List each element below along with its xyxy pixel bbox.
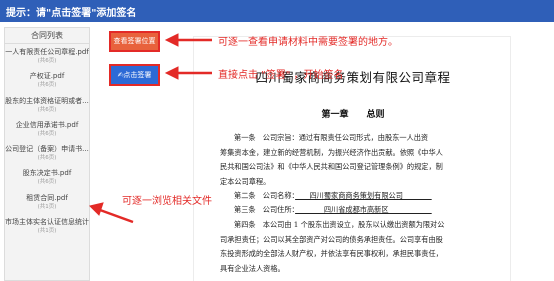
contract-list: 一人有限责任公司章程.pdf (共6页) 产权证.pdf (共6页) 股东的主体… [5,45,89,239]
company-name-value: 四川蜀家商商务策划有限公司 [295,191,432,200]
article-4: 第四条 本公司由 1 个股东出资设立，股东以认缴出资额为限对公 司承担责任；公司… [220,218,492,276]
article-2: 第二条 公司名称： 四川蜀家商商务策划有限公司 [220,189,492,204]
contract-list-header: 合同列表 [5,28,89,44]
top-hint-bar: 提示：请"点击签署"添加签名 [0,0,554,22]
article-3-label: 第三条 公司住所： [234,205,296,214]
article-1-line: 第一条 公司宗旨：通过有限责任公司形式，由股东一人出资 [234,133,429,142]
contract-list-item[interactable]: 企业信用承诺书.pdf (共6页) [5,118,89,142]
contract-list-item[interactable]: 一人有限责任公司章程.pdf (共6页) [5,45,89,69]
contract-page-count: (共1页) [37,228,57,235]
contract-list-item[interactable]: 股东决定书.pdf (共6页) [5,166,89,190]
contract-file-name: 市场主体实名认证信息统计表... [5,218,89,227]
article-4-line: 司承担责任；公司以其全部资产对公司的债务承担责任。公司享有由股 [220,234,443,244]
contract-file-name: 一人有限责任公司章程.pdf [5,48,89,56]
hint-text: 提示：请"点击签署"添加签名 [6,8,137,19]
article-2-label: 第二条 公司名称： [234,191,296,200]
article-4-line: 第四条 本公司由 1 个股东出资设立，股东以认缴出资额为限对公 [234,220,445,229]
arrowhead-view [164,33,179,47]
contract-file-name: 股东决定书.pdf [22,169,72,178]
contract-file-name: 租赁合同.pdf [26,193,68,202]
contract-page-count: (共6页) [37,106,57,113]
article-4-line: 东投资形成的全部法人财产权，并依法享有民事权利，承担民事责任， [220,249,443,258]
contract-page-count: (共6页) [37,155,57,162]
contract-page-count: (共6页) [37,179,57,186]
contract-page-count: (共6页) [37,82,57,89]
contract-list-item[interactable]: 租赁合同.pdf (共1页) [5,191,89,215]
view-sign-positions-button[interactable]: 查看签署位置 [109,31,160,52]
arrowhead-list [89,202,104,216]
article-3: 第三条 公司住所： 四川省成都市高新区 [220,203,492,218]
arrowhead-sign [164,66,179,80]
article-4-line: 具有企业法人资格。 [220,263,285,273]
click-to-sign-button[interactable]: ✍点击签署 [109,64,160,86]
contract-list-item[interactable]: 产权证.pdf (共6页) [5,69,89,93]
contract-page-count: (共6页) [37,130,57,137]
article-1-line: 定本公司章程。 [220,176,271,186]
contract-list-item[interactable]: 公司登记（备案）申请书... (共6页) [5,142,89,166]
annotation-click-sign: 直接点击 "签署" ，开始签名 [218,70,344,81]
contract-page-count: (共1页) [37,203,57,210]
company-address-value: 四川省成都市高新区 [295,205,432,214]
contract-list-item[interactable]: 市场主体实名认证信息统计表... (共1页) [5,215,89,239]
contract-list-item[interactable]: 股东的主体资格证明或者... (共6页) [5,94,89,118]
contract-file-name: 公司登记（备案）申请书... [5,145,89,154]
article-1: 第一条 公司宗旨：通过有限责任公司形式，由股东一人出资 筹集资本金，建立新的经营… [220,131,492,189]
chapter-heading: 第一章 总则 [321,110,385,120]
contract-page-count: (共6页) [37,58,57,64]
contract-file-name: 企业信用承诺书.pdf [15,120,79,129]
contract-list-panel: 合同列表 一人有限责任公司章程.pdf (共6页) 产权证.pdf (共6页) … [4,27,90,281]
article-1-line: 筹集资本金，建立新的经营机制，为振兴经济作出贡献。依照《中华人 [220,147,443,157]
arrow-to-contract-list [99,208,134,224]
contract-file-name: 产权证.pdf [29,72,65,81]
annotation-view-positions: 可逐一查看申请材料中需要签署的地方。 [218,37,398,48]
contract-file-name: 股东的主体资格证明或者... [5,96,89,105]
annotation-browse-files: 可逐一浏览相关文件 [122,196,212,207]
article-1-line: 民共和国公司法》和《中华人民共和国公司登记管理条例》的规定，制 [220,162,443,171]
